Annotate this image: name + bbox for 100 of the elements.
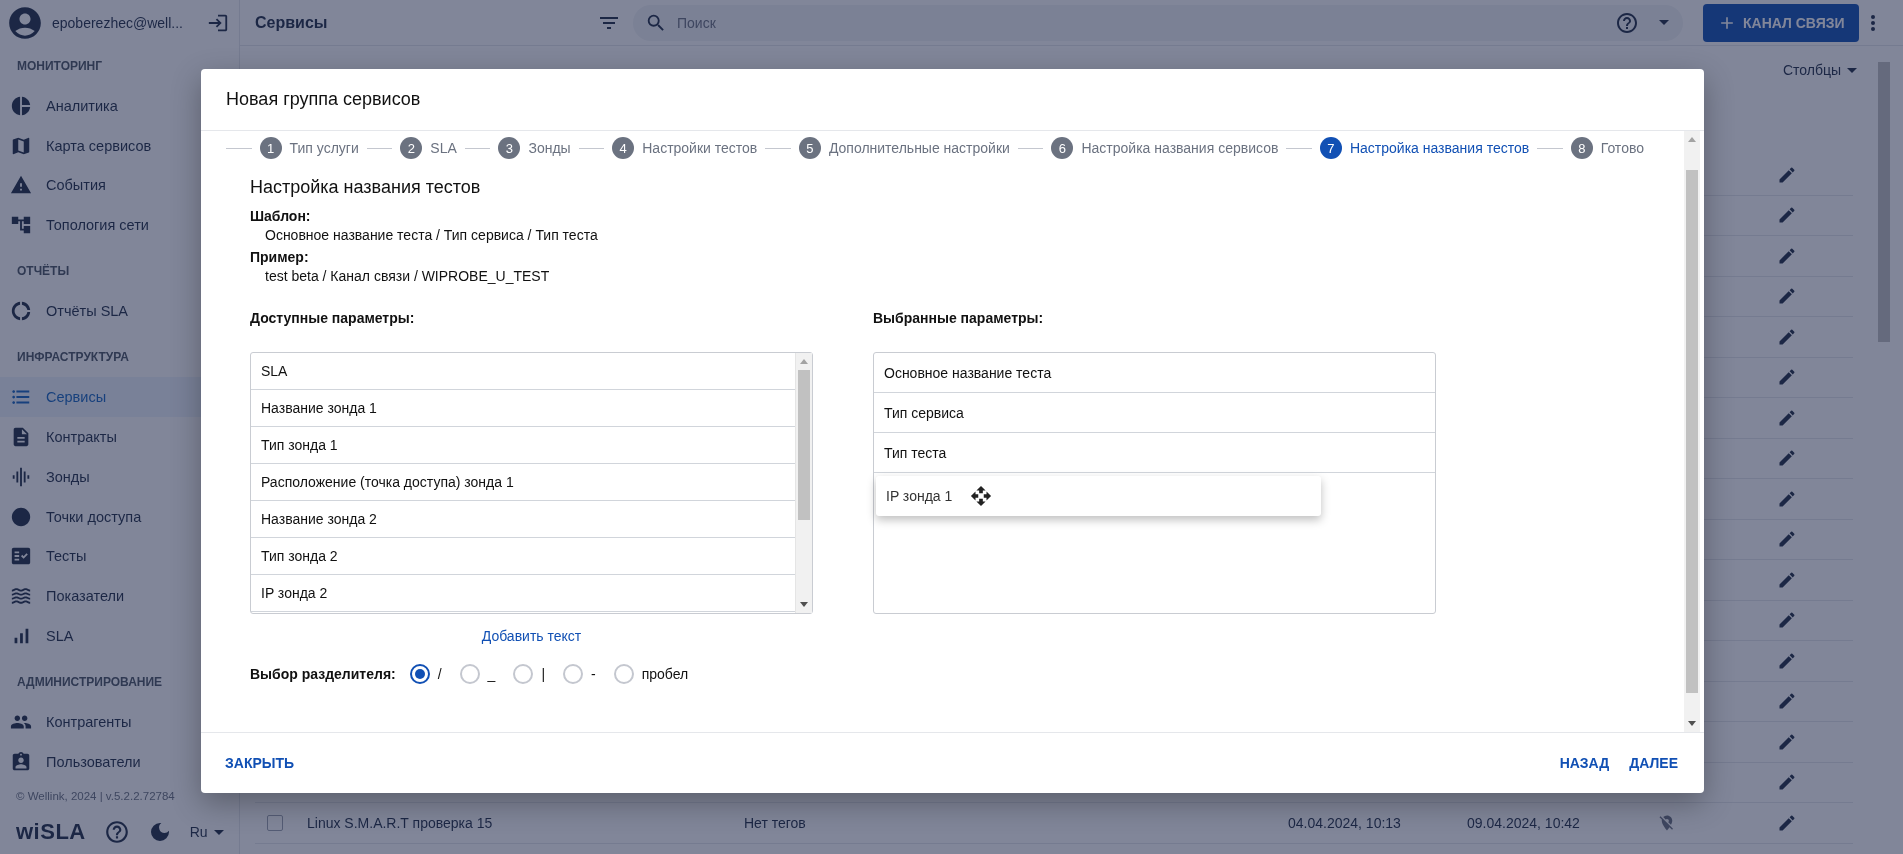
stepper-step[interactable]: 2 SLA [400,137,457,159]
waveform-icon [10,465,32,488]
separator-option[interactable]: | [513,664,546,684]
list-item[interactable]: Название зонда 2 [251,501,795,538]
close-button[interactable]: ЗАКРЫТЬ [215,747,305,779]
scrollbar-thumb[interactable] [798,370,810,520]
example-text: test beta / Канал связи / WIPROBE_U_TEST [264,268,551,284]
language-select[interactable]: Ru [189,824,224,840]
more-icon [1870,14,1875,31]
add-channel-button[interactable]: КАНАЛ СВЯЗИ [1703,3,1859,42]
separator-option[interactable]: - [563,664,596,684]
stepper-step[interactable]: 3 Зонды [498,137,571,159]
list-item[interactable]: SLA [251,353,795,390]
user-email: epoberezhec@well... [52,14,184,31]
nav-item[interactable]: Контрагенты [0,702,239,742]
list-item[interactable]: Расположение (точка доступа) зонда 1 [251,464,795,501]
stepper-step[interactable]: 7 Настройка названия тестов [1319,137,1530,159]
more-button[interactable] [1870,14,1875,31]
separator-option[interactable]: пробел [613,664,689,684]
location-off-icon [1658,813,1676,832]
scroll-down-icon[interactable] [800,602,808,607]
list-title: Доступные параметры: [250,310,416,326]
example-label: Пример: [250,249,310,265]
nav-item[interactable]: Отчёты SLA [0,291,239,332]
add-text-link[interactable]: Добавить текст [481,628,582,644]
list-title: Выбранные параметры: [873,310,1045,326]
template-text: Основное название теста / Тип сервиса / Тип теста [264,227,599,243]
next-button[interactable]: ДАЛЕЕ [1619,747,1688,779]
dialog-title: Новая группа сервисов [226,89,421,110]
copyright-text: © Wellink, 2024 | v.5.2.2.72784 [16,789,176,804]
pencil-icon [1777,691,1797,712]
user-card-icon [10,750,32,773]
caret-icon [213,829,224,835]
template-label: Шаблон: [250,208,312,224]
back-button[interactable]: НАЗАД [1549,747,1620,779]
help-icon[interactable] [1615,10,1639,35]
stepper-step[interactable]: 5 Дополнительные настройки [798,137,1010,159]
pie-chart-icon [10,94,32,117]
section-heading: Настройка названия тестов [250,177,482,198]
section-title: МОНИТОРИНГ [16,57,104,75]
nav-item[interactable]: Тесты [0,536,239,577]
list-item[interactable]: Тип зонда 2 [251,538,795,575]
pencil-icon [1777,164,1797,185]
pencil-icon [1777,448,1797,469]
scroll-up-icon[interactable] [1688,137,1696,142]
nav-item[interactable]: Зонды [0,456,239,497]
pencil-icon [1777,650,1797,671]
separator-option[interactable]: / [409,664,442,684]
stepper-step[interactable]: 4 Настройки тестов [612,137,758,159]
columns-button[interactable]: Столбцы [1776,61,1863,79]
circle-icon [10,505,32,528]
pencil-icon [1777,772,1797,793]
nav-item[interactable]: Топология сети [0,205,239,246]
logo: wiSLA [16,819,86,845]
nav-item[interactable]: SLA [0,616,239,657]
pencil-icon [1777,488,1797,509]
scrollbar-thumb[interactable] [1686,170,1698,693]
pencil-icon [1777,245,1797,266]
nav-item[interactable]: Показатели [0,576,239,617]
pencil-icon [1777,326,1797,347]
table-cell-text: 04.04.2024, 10:13 [1288,814,1402,831]
list-item[interactable]: Тип теста [874,433,1435,473]
list-item[interactable]: Основное название теста [874,353,1435,393]
row-checkbox[interactable] [267,814,283,831]
radio-button[interactable] [409,664,430,684]
caret-icon [1847,67,1857,73]
move-cursor-icon [970,485,993,507]
nav-item[interactable]: Карта сервисов [0,125,239,166]
pencil-icon [1777,286,1797,307]
separator-option[interactable]: _ [459,664,496,684]
nav-item[interactable]: События [0,165,239,206]
pencil-icon [1777,610,1797,631]
table-cell-text: 09.04.2024, 10:42 [1467,814,1581,831]
stepper-step[interactable]: 1 Тип услуги [259,137,359,159]
dragged-item[interactable]: IP зонда 1 [876,476,1321,516]
list-item[interactable]: Название зонда 1 [251,390,795,427]
pencil-icon [1777,367,1797,388]
ring-icon [10,300,32,323]
scroll-down-icon[interactable] [1688,721,1696,726]
pencil-icon [1777,569,1797,590]
list-item[interactable]: Тип зонда 1 [251,427,795,464]
help-button[interactable] [103,819,130,845]
stepper-step[interactable]: 6 Настройка названия сервисов [1051,137,1279,159]
nav-item[interactable]: Контракты [0,416,239,457]
separator-label: Выбор разделителя: [250,666,396,682]
caret-icon[interactable] [1659,20,1669,25]
scrollbar[interactable] [1878,62,1890,342]
search-field[interactable]: Поиск [633,4,1683,41]
table-cell-text: Linux S.M.A.R.T проверка 15 [307,814,494,831]
pencil-icon [1777,812,1797,833]
pencil-icon [1777,731,1797,752]
stepper-step[interactable]: 8 Готово [1570,137,1644,159]
nav-item[interactable]: Точки доступа [0,496,239,537]
table-cell-text: Нет тегов [744,814,807,831]
list-item[interactable]: IP зонда 2 [251,575,795,612]
pencil-icon [1777,205,1797,226]
section-title: АДМИНИСТРИРОВАНИЕ [16,674,164,692]
pencil-icon [1777,407,1797,428]
scroll-up-icon[interactable] [800,359,808,364]
list-item[interactable]: Тип сервиса [874,393,1435,433]
